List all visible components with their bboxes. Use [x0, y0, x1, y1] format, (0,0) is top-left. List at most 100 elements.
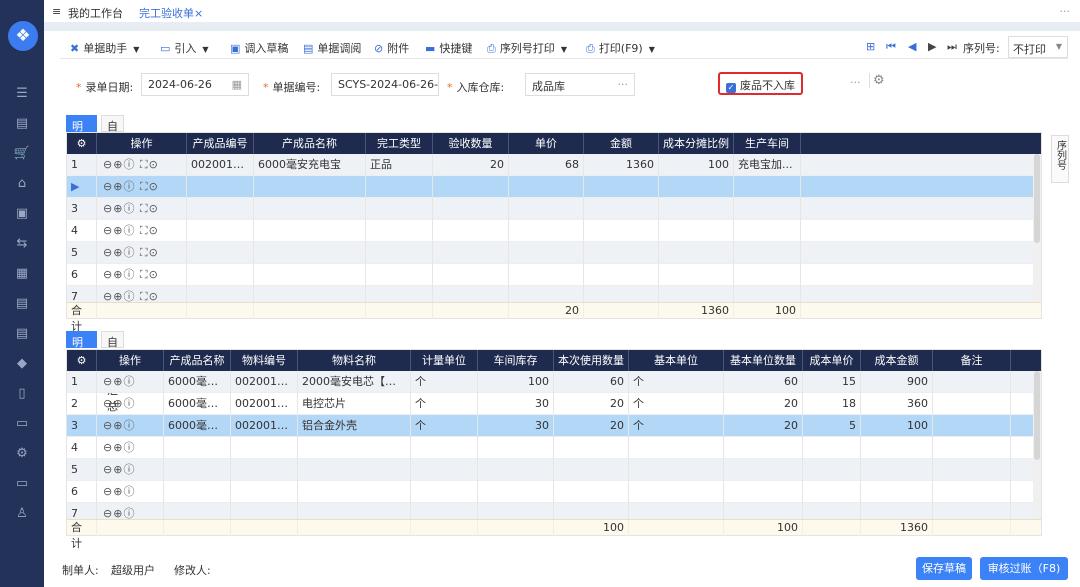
table-cell[interactable]: 个 — [629, 393, 724, 415]
table-cell[interactable] — [803, 437, 861, 459]
add-row-icon[interactable]: ⊕ — [113, 463, 123, 476]
table-cell[interactable] — [411, 503, 478, 519]
table-cell[interactable]: 个 — [411, 415, 478, 437]
add-row-icon[interactable]: ⊕ — [113, 158, 123, 171]
table-cell[interactable] — [164, 459, 231, 481]
column-header[interactable]: 验收数量 — [433, 133, 509, 154]
table-cell[interactable]: 900 — [861, 371, 933, 393]
table-cell[interactable] — [554, 481, 629, 503]
table-cell[interactable] — [933, 415, 1011, 437]
table-cell[interactable]: 18 — [803, 393, 861, 415]
table-cell[interactable]: 100 — [478, 371, 554, 393]
table-cell[interactable] — [298, 503, 411, 519]
add-row-icon[interactable]: ⊕ — [113, 224, 123, 237]
close-icon[interactable]: × — [194, 7, 203, 20]
gear-icon[interactable]: ⚙ — [0, 446, 44, 461]
hierarchy-icon[interactable]: ⛶ — [135, 180, 148, 193]
remove-row-icon[interactable]: ⊖ — [103, 290, 113, 302]
table-cell[interactable] — [803, 503, 861, 519]
grid-tab[interactable]: 自由项汇总 — [101, 331, 124, 413]
review-button[interactable]: ▤ 单据调阅 — [303, 40, 361, 56]
attachment-button[interactable]: ⊘ 附件 — [374, 40, 409, 56]
remove-row-icon[interactable]: ⊖ — [103, 463, 113, 476]
link-add-icon[interactable]: ⊙ — [149, 268, 159, 281]
copy-new-icon[interactable]: ⊞ — [866, 40, 875, 53]
warehouse-field[interactable]: 成品库 ··· — [525, 73, 635, 96]
add-row-icon[interactable]: ⊕ — [113, 290, 123, 302]
table-cell[interactable] — [734, 286, 801, 302]
import-button[interactable]: ▭ 引入 ▼ — [160, 40, 209, 56]
table-cell[interactable] — [659, 242, 734, 264]
remove-row-icon[interactable]: ⊖ — [103, 180, 113, 193]
table-cell[interactable] — [734, 264, 801, 286]
column-header[interactable]: 基本单位 — [629, 350, 724, 371]
table-cell[interactable] — [187, 264, 254, 286]
table-row[interactable]: 1 ⊖⊕ⓘ 6000毫安... 002001004 2000毫安电芯【电... 个 100 6… — [67, 371, 1041, 393]
table-cell[interactable] — [933, 481, 1011, 503]
load-draft-button[interactable]: ▣ 调入草稿 — [230, 40, 288, 56]
table-cell[interactable]: 个 — [411, 371, 478, 393]
picture-icon[interactable]: ▣ — [0, 206, 44, 221]
next-record-icon[interactable]: ▶ — [928, 40, 936, 53]
shortcut-button[interactable]: ▬ 快捷键 — [425, 40, 472, 56]
table-row[interactable]: 5 ⊖⊕ⓘ ⛶⊙ — [67, 242, 1041, 264]
column-header[interactable]: 生产车间 — [734, 133, 801, 154]
table-cell[interactable] — [164, 503, 231, 519]
table-cell[interactable]: 60 — [724, 371, 803, 393]
table-cell[interactable]: 002001001 — [187, 154, 254, 176]
table-cell[interactable] — [584, 286, 659, 302]
remove-row-icon[interactable]: ⊖ — [103, 485, 113, 498]
grid-tab[interactable]: 自由项汇总 — [101, 115, 124, 197]
info-icon[interactable]: ⓘ — [123, 441, 135, 454]
info-icon[interactable]: ⓘ — [123, 268, 135, 281]
column-header[interactable]: 成本金额 — [861, 350, 933, 371]
table-cell[interactable] — [298, 437, 411, 459]
info-icon[interactable]: ⓘ — [123, 463, 135, 476]
column-header[interactable]: 物料名称 — [298, 350, 411, 371]
remove-row-icon[interactable]: ⊖ — [103, 507, 113, 519]
table-cell[interactable]: 20 — [724, 393, 803, 415]
table-cell[interactable] — [164, 481, 231, 503]
more-icon[interactable]: ··· — [618, 78, 629, 91]
table-cell[interactable] — [254, 242, 366, 264]
table-cell[interactable] — [659, 286, 734, 302]
table-cell[interactable] — [724, 503, 803, 519]
settings-gear-icon[interactable]: ⚙ — [869, 73, 885, 88]
table-cell[interactable] — [254, 286, 366, 302]
table-cell[interactable] — [433, 264, 509, 286]
doc-no-field[interactable]: SCYS-2024-06-26-... — [331, 73, 439, 96]
column-header[interactable]: 操作 — [97, 350, 164, 371]
table-cell[interactable] — [509, 220, 584, 242]
column-header[interactable]: 成本单价 — [803, 350, 861, 371]
scrap-not-stored-checkbox[interactable]: ✓ 废品不入库 — [718, 72, 803, 95]
table-cell[interactable] — [554, 459, 629, 481]
table-cell[interactable] — [933, 393, 1011, 415]
table-cell[interactable] — [659, 264, 734, 286]
info-icon[interactable]: ⓘ — [123, 419, 135, 432]
table-cell[interactable] — [366, 242, 433, 264]
table-cell[interactable] — [734, 176, 801, 198]
table-cell[interactable]: 6000毫安... — [164, 393, 231, 415]
table-cell[interactable] — [584, 176, 659, 198]
table-cell[interactable]: 20 — [554, 415, 629, 437]
serial-print-button[interactable]: ⎙ 序列号打印 ▼ — [487, 40, 567, 56]
info-icon[interactable]: ⓘ — [123, 290, 135, 302]
table-cell[interactable] — [861, 459, 933, 481]
table-cell[interactable] — [231, 481, 298, 503]
table-cell[interactable] — [509, 264, 584, 286]
info-icon[interactable]: ⓘ — [123, 507, 135, 519]
link-add-icon[interactable]: ⊙ — [149, 246, 159, 259]
table-cell[interactable]: 15 — [803, 371, 861, 393]
table-row[interactable]: 6 ⊖⊕ⓘ ⛶⊙ — [67, 264, 1041, 286]
more-icon[interactable]: ··· — [1060, 5, 1071, 18]
table-cell[interactable]: 6000毫安... — [164, 415, 231, 437]
table-cell[interactable]: 个 — [629, 371, 724, 393]
column-header[interactable]: 操作 — [97, 133, 187, 154]
remove-row-icon[interactable]: ⊖ — [103, 246, 113, 259]
table-cell[interactable]: 2000毫安电芯【电... — [298, 371, 411, 393]
table-cell[interactable]: 个 — [411, 393, 478, 415]
column-header[interactable]: 物料编号 — [231, 350, 298, 371]
link-add-icon[interactable]: ⊙ — [149, 158, 159, 171]
table-cell[interactable] — [659, 198, 734, 220]
table-cell[interactable] — [724, 437, 803, 459]
